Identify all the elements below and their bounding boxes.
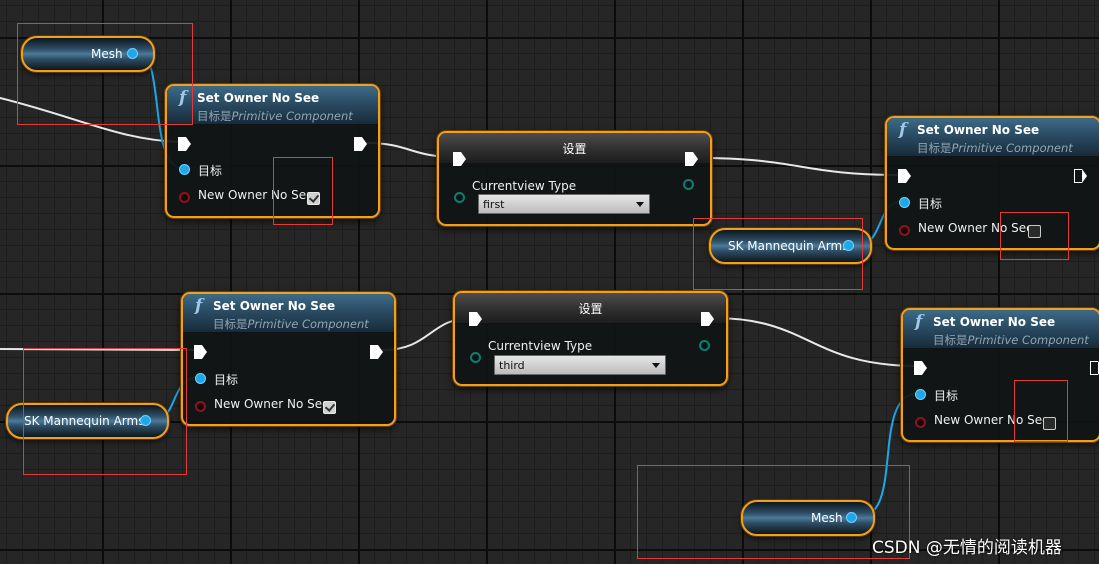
exec-out-pin[interactable] (1090, 361, 1099, 375)
target-pin[interactable] (899, 197, 910, 208)
subtitle-class: Primitive Component (247, 317, 369, 331)
node-header: 设置 (439, 133, 710, 164)
subtitle-class: Primitive Component (967, 333, 1089, 347)
watermark: CSDN @无情的阅读机器 (872, 538, 1062, 558)
dropdown-value: third (499, 359, 525, 372)
currentview-type-in-pin[interactable] (470, 352, 481, 363)
subtitle-prefix: 目标是 (197, 109, 232, 123)
subtitle-class: Primitive Component (231, 109, 353, 123)
highlight-box (637, 465, 910, 559)
chevron-down-icon (652, 363, 660, 368)
new-owner-no-see-checkbox[interactable] (323, 401, 336, 414)
bool-pin[interactable] (915, 417, 926, 428)
node-header: f Set Owner No See 目标是Primitive Componen… (167, 86, 378, 125)
node-subtitle: 目标是Primitive Component (917, 140, 1073, 156)
set-variable-node[interactable]: 设置 Currentview Type first (437, 131, 712, 226)
node-title: Set Owner No See (933, 315, 1056, 329)
set-owner-no-see-node[interactable]: f Set Owner No See 目标是Primitive Componen… (181, 292, 396, 426)
set-variable-node[interactable]: 设置 Currentview Type third (453, 291, 728, 386)
currentview-type-label: Currentview Type (472, 179, 577, 193)
highlight-box (1014, 380, 1068, 442)
target-pin[interactable] (915, 389, 926, 400)
chevron-down-icon (636, 202, 644, 207)
target-label: 目标 (214, 373, 239, 387)
node-header: 设置 (455, 293, 726, 324)
currentview-type-dropdown[interactable]: first (478, 194, 650, 214)
exec-wire (697, 157, 903, 176)
highlight-box (273, 157, 333, 225)
exec-in-pin[interactable] (914, 361, 927, 375)
currentview-type-dropdown[interactable]: third (494, 355, 666, 375)
dropdown-value: first (483, 198, 505, 211)
exec-out-pin[interactable] (701, 312, 714, 326)
exec-out-pin[interactable] (354, 137, 367, 151)
node-subtitle: 目标是Primitive Component (213, 316, 369, 332)
node-header: f Set Owner No See 目标是Primitive Componen… (183, 294, 394, 333)
target-label: 目标 (198, 164, 223, 178)
node-title: Set Owner No See (213, 299, 336, 313)
subtitle-prefix: 目标是 (933, 333, 968, 347)
node-title: Set Owner No See (917, 123, 1040, 137)
function-icon: f (915, 312, 923, 332)
currentview-type-out-pin[interactable] (683, 179, 694, 190)
node-title: 设置 (578, 302, 603, 316)
node-header: f Set Owner No See 目标是Primitive Componen… (903, 310, 1099, 349)
exec-out-pin[interactable] (685, 152, 698, 166)
node-subtitle: 目标是Primitive Component (197, 108, 353, 124)
function-icon: f (899, 120, 907, 140)
function-icon: f (195, 296, 203, 316)
exec-in-pin[interactable] (469, 312, 482, 326)
exec-in-pin[interactable] (898, 169, 911, 183)
currentview-type-in-pin[interactable] (454, 192, 465, 203)
target-pin[interactable] (195, 373, 206, 384)
target-label: 目标 (934, 389, 959, 403)
exec-in-pin[interactable] (453, 152, 466, 166)
node-title: 设置 (562, 142, 587, 156)
currentview-type-label: Currentview Type (488, 339, 593, 353)
currentview-type-out-pin[interactable] (699, 340, 710, 351)
highlight-box (17, 23, 193, 125)
exec-out-pin[interactable] (370, 345, 383, 359)
new-owner-no-see-label: New Owner No See (214, 397, 330, 411)
highlight-box (23, 348, 187, 475)
node-title: Set Owner No See (197, 91, 320, 105)
exec-out-pin[interactable] (1074, 169, 1087, 183)
node-header: f Set Owner No See 目标是Primitive Componen… (887, 118, 1099, 157)
highlight-box (693, 218, 863, 290)
subtitle-class: Primitive Component (951, 141, 1073, 155)
target-label: 目标 (918, 197, 943, 211)
exec-wire (713, 317, 919, 367)
set-owner-no-see-node[interactable]: f Set Owner No See 目标是Primitive Componen… (901, 308, 1099, 442)
node-subtitle: 目标是Primitive Component (933, 332, 1089, 348)
target-pin[interactable] (179, 164, 190, 175)
bool-pin[interactable] (899, 225, 910, 236)
subtitle-prefix: 目标是 (917, 141, 952, 155)
exec-in-pin[interactable] (178, 137, 191, 151)
bool-pin[interactable] (179, 192, 190, 203)
exec-in-pin[interactable] (194, 345, 207, 359)
highlight-box (1000, 212, 1069, 260)
bool-pin[interactable] (195, 401, 206, 412)
subtitle-prefix: 目标是 (213, 317, 248, 331)
